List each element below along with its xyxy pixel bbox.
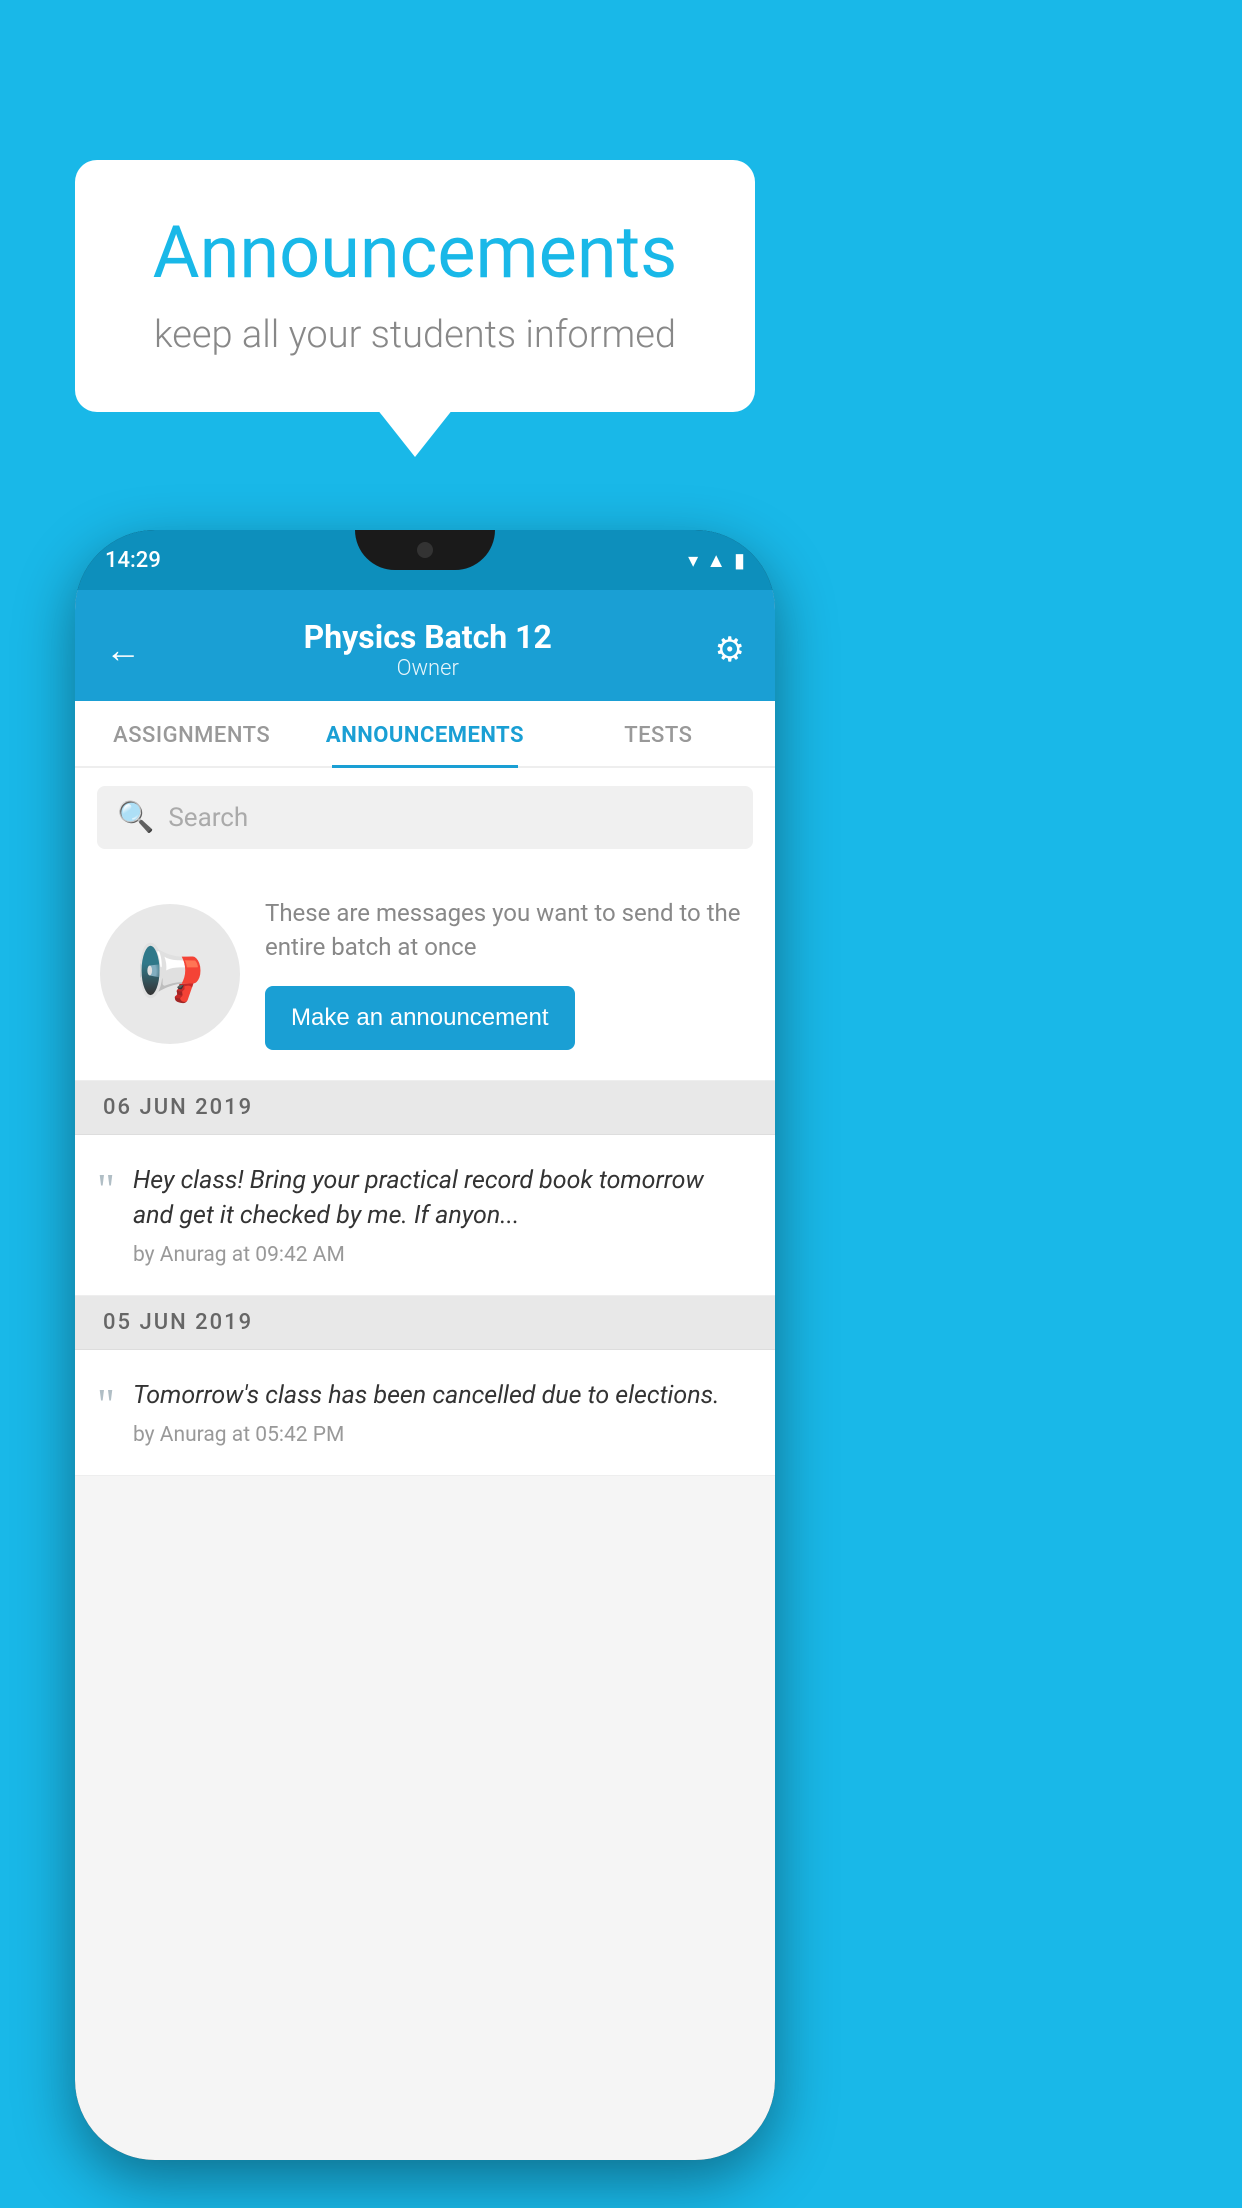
speech-bubble: Announcements keep all your students inf… (75, 160, 755, 412)
camera (417, 542, 433, 558)
announcement-content-1: Hey class! Bring your practical record b… (133, 1163, 747, 1267)
megaphone-circle: 📢 (100, 904, 240, 1044)
search-bar-wrap: 🔍 Search (75, 768, 775, 867)
phone-frame: 14:29 ▾ ▲ ▮ ← Physics Batch 12 Owner ⚙ A… (75, 530, 775, 2160)
phone-screen: ← Physics Batch 12 Owner ⚙ ASSIGNMENTS A… (75, 590, 775, 2160)
tabs-bar: ASSIGNMENTS ANNOUNCEMENTS TESTS (75, 701, 775, 768)
app-bar: ← Physics Batch 12 Owner ⚙ (75, 590, 775, 701)
wifi-icon: ▾ (688, 548, 698, 572)
batch-subtitle: Owner (141, 656, 715, 681)
bubble-title: Announcements (135, 210, 695, 295)
announcement-prompt: 📢 These are messages you want to send to… (75, 867, 775, 1081)
tab-announcements[interactable]: ANNOUNCEMENTS (308, 701, 541, 766)
date-separator-2: 05 JUN 2019 (75, 1296, 775, 1350)
signal-icon: ▲ (706, 548, 726, 573)
announcement-item-2[interactable]: " Tomorrow's class has been cancelled du… (75, 1350, 775, 1476)
bubble-subtitle: keep all your students informed (135, 313, 695, 357)
quote-icon-2: " (97, 1383, 115, 1427)
tab-tests[interactable]: TESTS (542, 701, 775, 766)
announcement-meta-2: by Anurag at 05:42 PM (133, 1423, 720, 1447)
tab-assignments[interactable]: ASSIGNMENTS (75, 701, 308, 766)
batch-title: Physics Batch 12 (141, 618, 715, 656)
prompt-description: These are messages you want to send to t… (265, 897, 750, 964)
app-bar-center: Physics Batch 12 Owner (141, 618, 715, 681)
prompt-right: These are messages you want to send to t… (265, 897, 750, 1050)
search-placeholder: Search (168, 803, 248, 833)
announcement-item-1[interactable]: " Hey class! Bring your practical record… (75, 1135, 775, 1296)
search-icon: 🔍 (117, 800, 154, 835)
search-bar[interactable]: 🔍 Search (97, 786, 753, 849)
back-button[interactable]: ← (105, 629, 141, 671)
quote-icon-1: " (97, 1168, 115, 1212)
announcement-meta-1: by Anurag at 09:42 AM (133, 1243, 747, 1267)
announcement-text-1: Hey class! Bring your practical record b… (133, 1163, 747, 1233)
status-icons: ▾ ▲ ▮ (688, 548, 745, 573)
announcement-text-2: Tomorrow's class has been cancelled due … (133, 1378, 720, 1413)
megaphone-icon: 📢 (136, 942, 204, 1006)
battery-icon: ▮ (734, 548, 745, 572)
notch (355, 530, 495, 570)
date-separator-1: 06 JUN 2019 (75, 1081, 775, 1135)
announcement-content-2: Tomorrow's class has been cancelled due … (133, 1378, 720, 1447)
settings-button[interactable]: ⚙ (715, 630, 745, 670)
status-bar: 14:29 ▾ ▲ ▮ (75, 530, 775, 590)
make-announcement-button[interactable]: Make an announcement (265, 986, 575, 1050)
status-time: 14:29 (105, 548, 161, 573)
